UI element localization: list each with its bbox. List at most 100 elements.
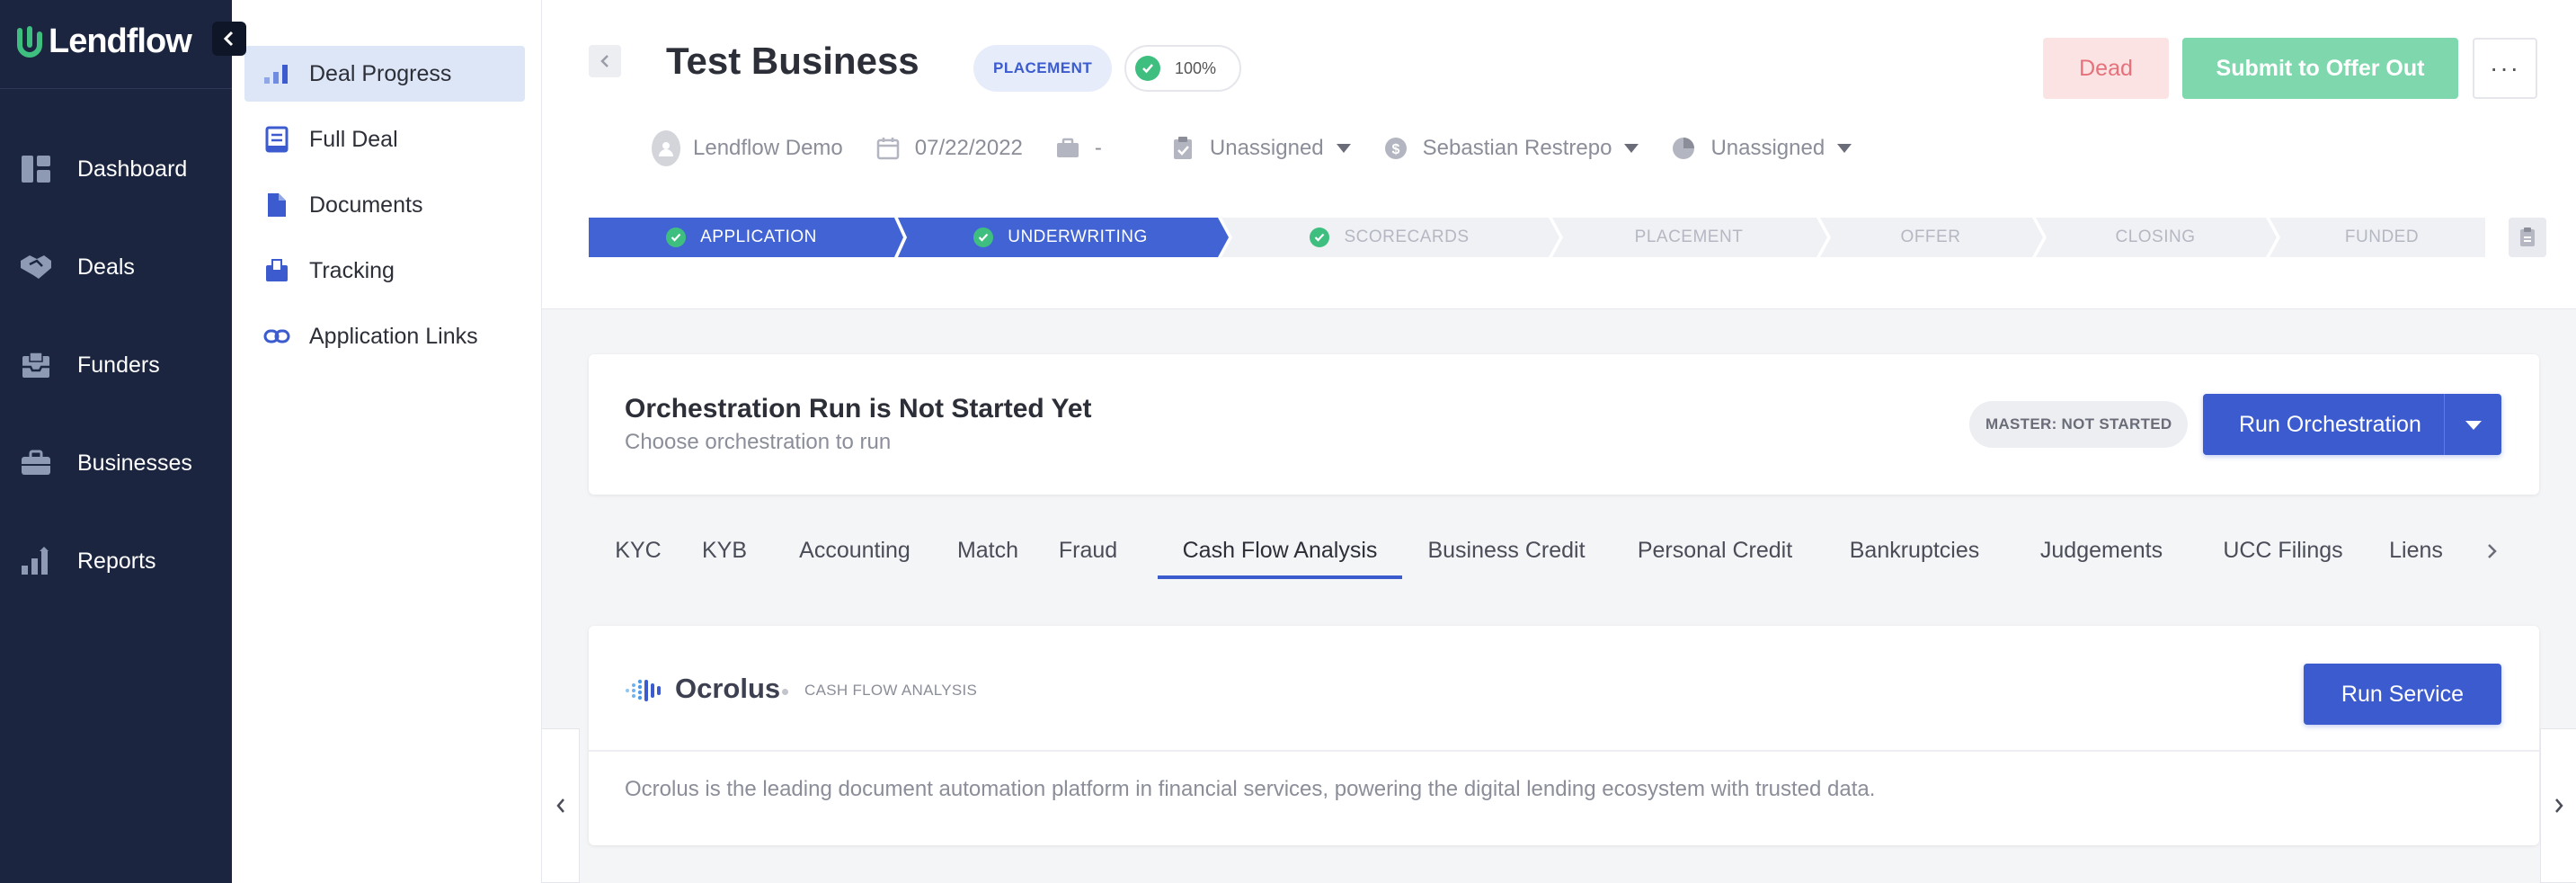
submit-to-offer-out-button[interactable]: Submit to Offer Out xyxy=(2182,38,2458,99)
chevron-down-icon xyxy=(1336,144,1351,153)
tab-match[interactable]: Match xyxy=(948,522,1027,579)
link-icon xyxy=(259,328,295,344)
meta-date: 07/22/2022 xyxy=(874,134,1023,163)
lendflow-logo[interactable]: Lendflow xyxy=(16,18,192,65)
pie-chart-icon xyxy=(1669,134,1698,163)
meta-user-label: Lendflow Demo xyxy=(693,136,843,160)
meta-date-label: 07/22/2022 xyxy=(914,136,1023,160)
check-circle-icon xyxy=(1310,227,1330,247)
separator-dot xyxy=(782,689,788,695)
nav-item-label: Deals xyxy=(77,254,135,280)
lendflow-logo-mark xyxy=(17,26,42,58)
subnav-item-label: Documents xyxy=(309,192,423,218)
subnav-item-tracking[interactable]: Tracking xyxy=(244,243,525,299)
meta-user[interactable]: Lendflow Demo xyxy=(652,130,843,166)
previous-page-button[interactable] xyxy=(542,728,580,883)
tab-kyb[interactable]: KYB xyxy=(688,522,761,579)
assignee-dropdown[interactable]: Unassigned xyxy=(1168,134,1351,163)
step-application[interactable]: APPLICATION xyxy=(589,218,894,257)
step-scorecards[interactable]: SCORECARDS xyxy=(1230,218,1549,257)
tab-business-credit[interactable]: Business Credit xyxy=(1402,522,1611,579)
tab-accounting[interactable]: Accounting xyxy=(761,522,948,579)
tab-fraud[interactable]: Fraud xyxy=(1027,522,1149,579)
tab-judgements[interactable]: Judgements xyxy=(2010,522,2193,579)
master-status-badge: MASTER: NOT STARTED xyxy=(1969,401,2189,448)
orchestration-subtitle: Choose orchestration to run xyxy=(625,430,892,454)
subnav-item-label: Tracking xyxy=(309,257,395,283)
nav-item-funders[interactable]: Funders xyxy=(18,343,160,388)
briefcase-icon xyxy=(18,445,54,481)
assignee-2-dropdown[interactable]: Unassigned xyxy=(1669,134,1852,163)
run-service-button[interactable]: Run Service xyxy=(2304,664,2501,725)
stage-notes-button[interactable] xyxy=(2509,218,2546,257)
dead-button[interactable]: Dead xyxy=(2043,38,2169,99)
tab-cash-flow-analysis[interactable]: Cash Flow Analysis xyxy=(1158,522,1402,579)
tab-kyc[interactable]: KYC xyxy=(589,522,688,579)
step-closing[interactable]: CLOSING xyxy=(2045,218,2266,257)
nav-item-label: Businesses xyxy=(77,450,192,476)
more-options-button[interactable]: ··· xyxy=(2473,38,2537,99)
subnav-item-full-deal[interactable]: Full Deal xyxy=(244,111,525,167)
step-placement[interactable]: PLACEMENT xyxy=(1561,218,1817,257)
dollar-circle-icon: $ xyxy=(1381,134,1410,163)
subnav-item-documents[interactable]: Documents xyxy=(244,177,525,233)
file-icon xyxy=(259,192,295,219)
nav-item-label: Funders xyxy=(77,352,160,378)
subnav-item-deal-progress[interactable]: Deal Progress xyxy=(244,46,525,102)
step-funded[interactable]: FUNDED xyxy=(2278,218,2485,257)
tab-bankruptcies[interactable]: Bankruptcies xyxy=(1819,522,2010,579)
nav-item-businesses[interactable]: Businesses xyxy=(18,441,192,486)
owner-label: Sebastian Restrepo xyxy=(1422,136,1612,160)
service-tabs: KYC KYB Accounting Match Fraud Cash Flow… xyxy=(589,522,2539,579)
orchestration-card: Orchestration Run is Not Started Yet Cho… xyxy=(589,354,2539,495)
subnav-item-label: Full Deal xyxy=(309,126,398,152)
step-underwriting[interactable]: UNDERWRITING xyxy=(903,218,1218,257)
nav-item-deals[interactable]: Deals xyxy=(18,245,135,290)
deal-meta-row: Lendflow Demo 07/22/2022 - Unassigned $ … xyxy=(650,126,1882,171)
chevron-right-icon xyxy=(2554,798,2563,813)
nav-item-label: Dashboard xyxy=(77,156,188,182)
active-tab-indicator xyxy=(1158,575,1402,579)
tab-ucc-filings[interactable]: UCC Filings xyxy=(2193,522,2373,579)
next-page-button[interactable] xyxy=(2540,728,2576,883)
tabs-scroll-right-button[interactable] xyxy=(2478,538,2505,565)
collapse-sidebar-button[interactable] xyxy=(212,22,246,56)
subnav-item-label: Application Links xyxy=(309,323,478,349)
chevron-left-icon xyxy=(223,31,234,47)
step-label: CLOSING xyxy=(2115,227,2196,246)
step-label: FUNDED xyxy=(2344,227,2420,246)
back-button[interactable] xyxy=(589,45,621,77)
step-label: SCORECARDS xyxy=(1344,227,1470,246)
nav-item-label: Reports xyxy=(77,548,156,574)
bar-chart-icon xyxy=(18,543,54,579)
avatar xyxy=(652,130,680,166)
progress-badge: 100% xyxy=(1124,45,1241,92)
svg-text:$: $ xyxy=(1391,142,1399,157)
chevron-down-icon xyxy=(1624,144,1639,153)
ocrolus-logo-icon xyxy=(626,679,661,701)
deal-header: Test Business PLACEMENT 100% Dead Submit… xyxy=(542,0,2576,309)
nav-item-dashboard[interactable]: Dashboard xyxy=(18,147,187,192)
bar-chart-icon xyxy=(259,63,295,85)
chevron-down-icon xyxy=(1837,144,1852,153)
tab-liens[interactable]: Liens xyxy=(2373,522,2459,579)
subnav-item-application-links[interactable]: Application Links xyxy=(244,308,525,364)
step-offer[interactable]: OFFER xyxy=(1829,218,2032,257)
primary-sidebar: Lendflow Dashboard Deals Funders Busines… xyxy=(0,0,232,883)
run-orchestration-button[interactable]: Run Orchestration xyxy=(2203,394,2501,455)
main-content: Test Business PLACEMENT 100% Dead Submit… xyxy=(542,0,2576,883)
clipboard-check-icon xyxy=(1168,134,1197,163)
logo-text: Lendflow xyxy=(49,22,192,60)
progress-value: 100% xyxy=(1175,58,1217,77)
stage-badge: PLACEMENT xyxy=(973,45,1113,92)
step-label: APPLICATION xyxy=(700,227,817,246)
service-card: Ocrolus CASH FLOW ANALYSIS Run Service O… xyxy=(589,626,2539,845)
briefcase-icon xyxy=(1053,134,1082,163)
tab-personal-credit[interactable]: Personal Credit xyxy=(1611,522,1819,579)
subnav-item-label: Deal Progress xyxy=(309,60,452,86)
nav-item-reports[interactable]: Reports xyxy=(18,539,156,584)
owner-dropdown[interactable]: $ Sebastian Restrepo xyxy=(1381,134,1639,163)
meta-briefcase: - xyxy=(1053,134,1102,163)
chevron-down-icon[interactable] xyxy=(2465,421,2482,430)
orchestration-title: Orchestration Run is Not Started Yet xyxy=(625,394,1092,424)
